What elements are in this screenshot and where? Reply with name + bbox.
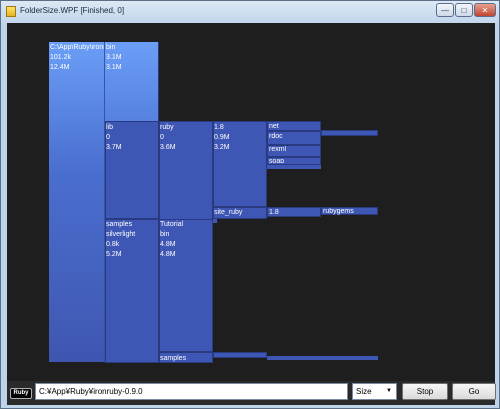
treemap-silverlight-size: 5.2M — [106, 251, 122, 258]
treemap-18-label: 1.8 — [214, 124, 224, 131]
maximize-button[interactable]: □ — [455, 3, 473, 17]
minimize-button[interactable]: — — [436, 3, 454, 17]
bottom-toolbar: Ruby Size ▼ Stop Go — [7, 381, 496, 405]
treemap-lib-files: 0 — [106, 134, 110, 141]
treemap-rdoc-label: rdoc — [269, 133, 283, 140]
folder-icon — [6, 6, 16, 17]
treemap-tail-block-2 — [267, 356, 378, 360]
treemap-ruby-size: 3.6M — [160, 144, 176, 151]
treemap-bin-files: 3.1M — [106, 54, 122, 61]
treemap-tut-bin-size: 4.8M — [160, 251, 176, 258]
treemap-silverlight-files: 0.8k — [106, 241, 120, 248]
treemap-tut-18-block — [213, 219, 217, 223]
chevron-down-icon: ▼ — [386, 388, 392, 394]
treemap-area: C:\App\Ruby\ironruby-0.9.0 101.2k 12.4M … — [7, 23, 495, 381]
treemap-site-18-label: 1.8 — [269, 209, 279, 216]
treemap-samples-label: samples — [106, 221, 133, 228]
treemap-root-label: C:\App\Ruby\ironruby-0.9.0 — [50, 44, 104, 51]
treemap-rexml-label: rexml — [269, 146, 287, 153]
close-button[interactable]: ✕ — [474, 3, 496, 17]
treemap-small-block — [267, 165, 321, 169]
treemap-bin-label: bin — [106, 44, 116, 51]
minimize-icon: — — [441, 5, 449, 15]
treemap-ruby-files: 0 — [160, 134, 164, 141]
title-bar[interactable]: FolderSize.WPF [Finished, 0] — □ ✕ — [1, 1, 499, 23]
path-input[interactable] — [35, 383, 348, 400]
treemap-18-files: 0.9M — [214, 134, 230, 141]
treemap-tut-samples-label: samples — [160, 355, 187, 362]
ruby-logo-icon: Ruby — [10, 388, 32, 399]
stop-button[interactable]: Stop — [402, 383, 448, 400]
treemap-site-ruby-label: site_ruby — [214, 209, 243, 216]
maximize-icon: □ — [461, 5, 467, 15]
treemap-lib-block[interactable] — [105, 121, 159, 219]
treemap-ruby-label: ruby — [160, 124, 174, 131]
window-title: FolderSize.WPF [Finished, 0] — [20, 6, 125, 15]
treemap-soap-label: soap — [269, 158, 285, 163]
treemap-silverlight-label: silverlight — [106, 231, 136, 238]
treemap-18-size: 3.2M — [214, 144, 230, 151]
treemap-root-size: 12.4M — [50, 64, 70, 71]
app-window: FolderSize.WPF [Finished, 0] — □ ✕ C:\Ap… — [0, 0, 500, 409]
treemap-tutorial-label: Tutorial — [160, 221, 184, 228]
treemap-net-label: net — [269, 123, 279, 130]
mode-select-value: Size — [356, 387, 372, 396]
treemap-bin-size: 3.1M — [106, 64, 122, 71]
treemap-rubygems-label: rubygems — [323, 208, 354, 215]
mode-select[interactable]: Size ▼ — [352, 383, 397, 400]
treemap-tut-bin-label: bin — [160, 231, 170, 238]
treemap-root-files: 101.2k — [50, 54, 72, 61]
go-button[interactable]: Go — [452, 383, 496, 400]
treemap-tail-block — [213, 352, 267, 358]
treemap-lib-size: 3.7M — [106, 144, 122, 151]
close-icon: ✕ — [481, 5, 489, 15]
treemap-lib-label: lib — [106, 124, 114, 131]
treemap-net-child — [321, 130, 378, 136]
treemap-tut-bin-files: 4.8M — [160, 241, 176, 248]
